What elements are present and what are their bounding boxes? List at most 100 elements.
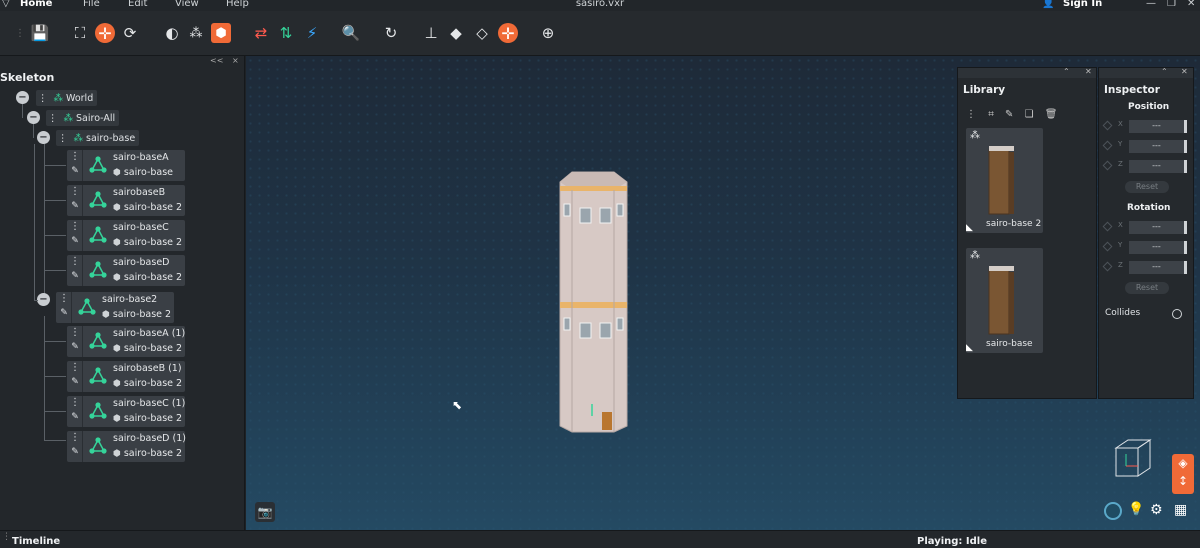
tree-node-sairo-base[interactable]: ⋮ ⁂ sairo-base xyxy=(56,130,140,146)
cube-icon[interactable]: ⬢ xyxy=(211,23,231,43)
search-globe-icon[interactable]: 🔍 xyxy=(341,23,361,43)
fit-view-icon[interactable]: ⛶ xyxy=(70,23,90,43)
more-icon[interactable]: ⋮ xyxy=(58,293,70,307)
add-object-icon[interactable]: ✛ xyxy=(498,23,518,43)
more-icon[interactable]: ⋮ xyxy=(69,256,81,270)
tree-item[interactable]: ⋮ ✎ sairo-baseD (1) ⬢ sairo-base 2 xyxy=(67,431,186,462)
rotation-y-field[interactable]: --- xyxy=(1129,241,1187,254)
position-z-field[interactable]: --- xyxy=(1129,160,1187,173)
close-panel-button[interactable]: × xyxy=(232,56,239,65)
close-icon[interactable]: ✕ xyxy=(1181,67,1188,76)
pencil-icon[interactable]: ✎ xyxy=(69,447,81,461)
camera-icon[interactable]: 📷 xyxy=(255,502,275,522)
keyframe-icon[interactable] xyxy=(1102,140,1113,151)
hierarchy-icon[interactable]: ⊥ xyxy=(421,23,441,43)
close-icon[interactable]: ✕ xyxy=(1187,0,1195,9)
more-icon[interactable]: ⋮ xyxy=(48,113,58,124)
tree-item[interactable]: ⋮ ✎ sairo-baseC (1) ⬢ sairo-base 2 xyxy=(67,396,185,427)
rotation-x-field[interactable]: --- xyxy=(1129,221,1187,234)
tower-model[interactable] xyxy=(556,168,631,434)
more-icon[interactable]: ⋮ xyxy=(58,133,68,144)
minimize-icon[interactable]: — xyxy=(1146,0,1156,9)
more-icon[interactable]: ⋮ xyxy=(966,109,976,120)
timeline-handle-icon[interactable]: ⋮ xyxy=(2,532,11,542)
tree-node-sairo-all[interactable]: ⋮ ⁂ Sairo-All xyxy=(46,110,120,126)
view-cube-icon[interactable] xyxy=(1108,436,1154,482)
pencil-icon[interactable]: ✎ xyxy=(69,342,81,356)
globe-icon[interactable]: ◐ xyxy=(162,23,182,43)
keyframe-icon[interactable] xyxy=(1102,120,1113,131)
close-icon[interactable]: ✕ xyxy=(1085,67,1092,76)
sign-in-button[interactable]: Sign In xyxy=(1063,0,1102,9)
keyframe-icon[interactable] xyxy=(1102,261,1113,272)
more-icon[interactable]: ⋮ xyxy=(69,327,81,341)
copy-icon[interactable]: ❏ xyxy=(1025,109,1034,120)
pencil-icon[interactable]: ✎ xyxy=(69,236,81,250)
layers-toggle-icon[interactable]: ◈ ↕ xyxy=(1172,454,1194,494)
pencil-icon[interactable]: ✎ xyxy=(69,166,81,180)
tree-item[interactable]: ⋮ ✎ sairo-baseA (1) ⬢ sairo-base 2 xyxy=(67,326,185,357)
more-icon[interactable]: ⋮ xyxy=(69,186,81,200)
user-icon[interactable]: 👤 xyxy=(1042,0,1054,9)
target-icon[interactable]: ⊕ xyxy=(538,23,558,43)
shading-icon[interactable] xyxy=(1104,502,1122,520)
tree-item-group[interactable]: ⋮ ✎ sairo-base2 ⬢ sairo-base 2 xyxy=(56,292,174,323)
nodes-icon[interactable]: ⁂ xyxy=(186,23,206,43)
tree-item[interactable]: ⋮ ✎ sairobaseB ⬢ sairo-base 2 xyxy=(67,185,185,216)
collides-toggle[interactable] xyxy=(1172,309,1182,319)
add-icon[interactable]: ✛ xyxy=(95,23,115,43)
pencil-icon[interactable]: ✎ xyxy=(69,201,81,215)
drag-handle-icon[interactable]: ⋮ xyxy=(10,23,30,43)
collapse-toggle-world[interactable]: − xyxy=(16,91,29,104)
more-icon[interactable]: ⋮ xyxy=(69,432,81,446)
panel-titlebar[interactable]: ⌃ ✕ xyxy=(1099,67,1193,78)
library-item[interactable]: ⁂ ◣ sairo-base 2 xyxy=(966,128,1043,233)
library-item[interactable]: ⁂ ◣ sairo-base xyxy=(966,248,1043,353)
restore-icon[interactable]: ❐ xyxy=(1167,0,1176,9)
rotation-z-field[interactable]: --- xyxy=(1129,261,1187,274)
rotation-reset-button[interactable]: Reset xyxy=(1125,282,1169,294)
refresh-icon[interactable]: ⟳ xyxy=(120,23,140,43)
pencil-icon[interactable]: ✎ xyxy=(69,412,81,426)
pencil-icon[interactable]: ✎ xyxy=(1005,109,1013,120)
more-icon[interactable]: ⋮ xyxy=(69,362,81,376)
collapse-toggle-sairo-base2[interactable]: − xyxy=(37,293,50,306)
save-icon[interactable]: 💾 xyxy=(30,23,50,43)
settings-icon[interactable]: ⚙ xyxy=(1150,502,1163,518)
keyframe-icon[interactable] xyxy=(1102,241,1113,252)
collapse-toggle-sairo-base[interactable]: − xyxy=(37,131,50,144)
split-icon[interactable]: ⇅ xyxy=(276,23,296,43)
position-x-field[interactable]: --- xyxy=(1129,120,1187,133)
swap-icon[interactable]: ⇄ xyxy=(251,23,271,43)
rotate-icon[interactable]: ↻ xyxy=(381,23,401,43)
tree-item[interactable]: ⋮ ✎ sairo-baseD ⬢ sairo-base 2 xyxy=(67,255,185,286)
keyframe-icon[interactable] xyxy=(1102,160,1113,171)
collapse-icon[interactable]: ⌃ xyxy=(1063,67,1070,76)
link-icon[interactable]: ⚡ xyxy=(302,23,322,43)
tree-item[interactable]: ⋮ ✎ sairo-baseA ⬢ sairo-base xyxy=(67,150,185,181)
grid-icon[interactable]: ▦ xyxy=(1174,502,1187,518)
trash-icon[interactable]: 🗑 xyxy=(1045,109,1058,120)
position-reset-button[interactable]: Reset xyxy=(1125,181,1169,193)
box-filled-icon[interactable]: ◆ xyxy=(446,23,466,43)
panel-titlebar[interactable]: ⌃ ✕ xyxy=(958,67,1096,78)
pencil-icon[interactable]: ✎ xyxy=(58,308,70,322)
pencil-icon[interactable]: ✎ xyxy=(69,271,81,285)
keyframe-icon[interactable] xyxy=(1102,221,1113,232)
position-y-field[interactable]: --- xyxy=(1129,140,1187,153)
box-outline-icon[interactable]: ◇ xyxy=(472,23,492,43)
cube-icon: ⬢ xyxy=(113,379,121,389)
more-icon[interactable]: ⋮ xyxy=(69,221,81,235)
crop-icon[interactable]: ⌗ xyxy=(988,109,994,120)
pencil-icon[interactable]: ✎ xyxy=(69,377,81,391)
collapse-icon[interactable]: ⌃ xyxy=(1161,67,1168,76)
collapse-toggle-sairo-all[interactable]: − xyxy=(27,111,40,124)
tree-item[interactable]: ⋮ ✎ sairo-baseC ⬢ sairo-base 2 xyxy=(67,220,185,251)
tree-item[interactable]: ⋮ ✎ sairobaseB (1) ⬢ sairo-base 2 xyxy=(67,361,185,392)
more-icon[interactable]: ⋮ xyxy=(69,151,81,165)
more-icon[interactable]: ⋮ xyxy=(69,397,81,411)
light-icon[interactable]: 💡 xyxy=(1128,502,1144,517)
more-icon[interactable]: ⋮ xyxy=(38,93,48,104)
collapse-panel-button[interactable]: << xyxy=(210,56,223,65)
tree-node-world[interactable]: ⋮ ⁂ World xyxy=(36,90,98,106)
